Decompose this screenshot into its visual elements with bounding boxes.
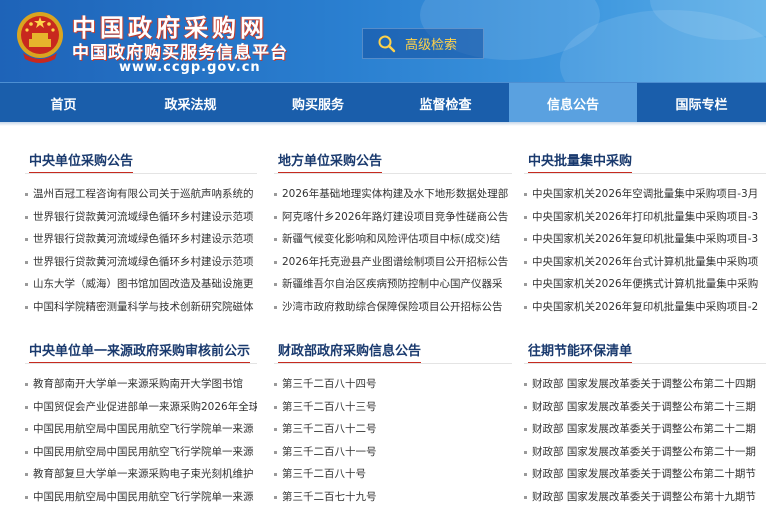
notice-list: 中央国家机关2026年空调批量集中采购项目-3月 中央国家机关2026年打印机批…	[524, 183, 766, 318]
list-item[interactable]: 山东大学（威海）图书馆加固改造及基础设施更	[25, 273, 257, 296]
main-nav: 首页 政采法规 购买服务 监督检查 信息公告 国际专栏	[0, 82, 766, 122]
list-item[interactable]: 中国民用航空局中国民用航空飞行学院单一来源	[25, 441, 257, 464]
notice-list: 财政部 国家发展改革委关于调整公布第二十四期 财政部 国家发展改革委关于调整公布…	[524, 373, 766, 508]
search-icon	[377, 34, 397, 54]
list-item[interactable]: 财政部 国家发展改革委关于调整公布第二十一期	[524, 441, 766, 464]
list-item[interactable]: 第三千二百八十四号	[274, 373, 512, 396]
section-central-unit-notices: 中央单位采购公告 温州百冠工程咨询有限公司关于巡航声呐系统的 世界银行贷款黄河流…	[25, 150, 260, 320]
nav-item-label: 政采法规	[164, 94, 216, 113]
list-item[interactable]: 教育部南开大学单一来源采购南开大学图书馆	[25, 373, 257, 396]
list-item[interactable]: 第三千二百八十号	[274, 463, 512, 486]
list-item[interactable]: 中国民用航空局中国民用航空飞行学院单一来源	[25, 418, 257, 441]
list-item[interactable]: 中国民用航空局中国民用航空飞行学院单一来源	[25, 486, 257, 508]
nav-shadow	[0, 122, 766, 126]
list-item[interactable]: 第三千二百七十九号	[274, 486, 512, 508]
national-emblem-icon[interactable]	[15, 9, 65, 65]
list-item[interactable]: 第三千二百八十二号	[274, 418, 512, 441]
list-item[interactable]: 阿克喀什乡2026年路灯建设项目竞争性磋商公告	[274, 206, 512, 229]
nav-item-regulations[interactable]: 政采法规	[127, 83, 254, 123]
divider	[524, 363, 766, 364]
list-item[interactable]: 中国科学院精密测量科学与技术创新研究院磁体	[25, 296, 257, 319]
list-item[interactable]: 第三千二百八十三号	[274, 396, 512, 419]
list-item[interactable]: 第三千二百八十一号	[274, 441, 512, 464]
nav-item-international[interactable]: 国际专栏	[637, 83, 766, 123]
nav-item-label: 购买服务	[292, 94, 344, 113]
list-item[interactable]: 2026年基础地理实体构建及水下地形数据处理部	[274, 183, 512, 206]
nav-item-label: 信息公告	[547, 94, 599, 113]
section-central-batch-procurement: 中央批量集中采购 中央国家机关2026年空调批量集中采购项目-3月 中央国家机关…	[524, 150, 766, 320]
list-item[interactable]: 中央国家机关2026年台式计算机批量集中采购项	[524, 251, 766, 274]
section-single-source-publicity: 中央单位单一来源政府采购审核前公示 教育部南开大学单一来源采购南开大学图书馆 中…	[25, 340, 260, 500]
advanced-search-button[interactable]: 高级检索	[362, 28, 484, 59]
list-item[interactable]: 中央国家机关2026年打印机批量集中采购项目-3	[524, 206, 766, 229]
nav-item-label: 首页	[50, 94, 76, 113]
section-title[interactable]: 财政部政府采购信息公告	[278, 340, 421, 364]
notice-list: 第三千二百八十四号 第三千二百八十三号 第三千二百八十二号 第三千二百八十一号 …	[274, 373, 512, 508]
list-item[interactable]: 沙湾市政府救助综合保障保险项目公开招标公告	[274, 296, 512, 319]
divider	[274, 363, 512, 364]
list-item[interactable]: 中央国家机关2026年便携式计算机批量集中采购	[524, 273, 766, 296]
section-local-unit-notices: 地方单位采购公告 2026年基础地理实体构建及水下地形数据处理部 阿克喀什乡20…	[274, 150, 514, 320]
divider	[524, 173, 766, 174]
section-mof-procurement-info: 财政部政府采购信息公告 第三千二百八十四号 第三千二百八十三号 第三千二百八十二…	[274, 340, 514, 500]
nav-item-label: 国际专栏	[675, 94, 727, 113]
list-item[interactable]: 财政部 国家发展改革委关于调整公布第二十期节	[524, 463, 766, 486]
list-item[interactable]: 教育部复旦大学单一来源采购电子束光刻机维护	[25, 463, 257, 486]
nav-item-label: 监督检查	[419, 94, 471, 113]
section-title[interactable]: 中央单位采购公告	[29, 150, 133, 174]
nav-item-purchase-services[interactable]: 购买服务	[254, 83, 382, 123]
list-item[interactable]: 财政部 国家发展改革委关于调整公布第十九期节	[524, 486, 766, 508]
list-item[interactable]: 世界银行贷款黄河流域绿色循环乡村建设示范项	[25, 251, 257, 274]
list-item[interactable]: 世界银行贷款黄河流域绿色循环乡村建设示范项	[25, 206, 257, 229]
list-item[interactable]: 新疆气候变化影响和风险评估项目中标(成交)结	[274, 228, 512, 251]
notice-list: 教育部南开大学单一来源采购南开大学图书馆 中国贸促会产业促进部单一来源采购202…	[25, 373, 257, 508]
section-title[interactable]: 往期节能环保清单	[528, 340, 632, 364]
list-item[interactable]: 世界银行贷款黄河流域绿色循环乡村建设示范项	[25, 228, 257, 251]
divider	[274, 173, 512, 174]
divider	[25, 363, 257, 364]
list-item[interactable]: 财政部 国家发展改革委关于调整公布第二十二期	[524, 418, 766, 441]
section-title[interactable]: 中央批量集中采购	[528, 150, 632, 174]
list-item[interactable]: 中央国家机关2026年复印机批量集中采购项目-3	[524, 228, 766, 251]
list-item[interactable]: 温州百冠工程咨询有限公司关于巡航声呐系统的	[25, 183, 257, 206]
notice-list: 2026年基础地理实体构建及水下地形数据处理部 阿克喀什乡2026年路灯建设项目…	[274, 183, 512, 318]
nav-item-info-notices[interactable]: 信息公告	[509, 83, 637, 123]
divider	[25, 173, 257, 174]
advanced-search-label: 高级检索	[405, 34, 457, 53]
list-item[interactable]: 财政部 国家发展改革委关于调整公布第二十四期	[524, 373, 766, 396]
section-title[interactable]: 中央单位单一来源政府采购审核前公示	[29, 340, 250, 364]
list-item[interactable]: 新疆维吾尔自治区疾病预防控制中心国产仪器采	[274, 273, 512, 296]
section-energy-saving-list: 往期节能环保清单 财政部 国家发展改革委关于调整公布第二十四期 财政部 国家发展…	[524, 340, 766, 500]
site-url: www.ccgp.gov.cn	[119, 60, 261, 75]
site-header: 中国政府采购网 中国政府购买服务信息平台 www.ccgp.gov.cn 高级检…	[0, 0, 766, 82]
list-item[interactable]: 中央国家机关2026年空调批量集中采购项目-3月	[524, 183, 766, 206]
notice-list: 温州百冠工程咨询有限公司关于巡航声呐系统的 世界银行贷款黄河流域绿色循环乡村建设…	[25, 183, 257, 318]
list-item[interactable]: 中国贸促会产业促进部单一来源采购2026年全球	[25, 396, 257, 419]
nav-item-home[interactable]: 首页	[0, 83, 127, 123]
list-item[interactable]: 中央国家机关2026年复印机批量集中采购项目-2	[524, 296, 766, 319]
list-item[interactable]: 财政部 国家发展改革委关于调整公布第二十三期	[524, 396, 766, 419]
nav-item-supervision[interactable]: 监督检查	[382, 83, 509, 123]
section-title[interactable]: 地方单位采购公告	[278, 150, 382, 174]
list-item[interactable]: 2026年托克逊县产业图谱绘制项目公开招标公告	[274, 251, 512, 274]
